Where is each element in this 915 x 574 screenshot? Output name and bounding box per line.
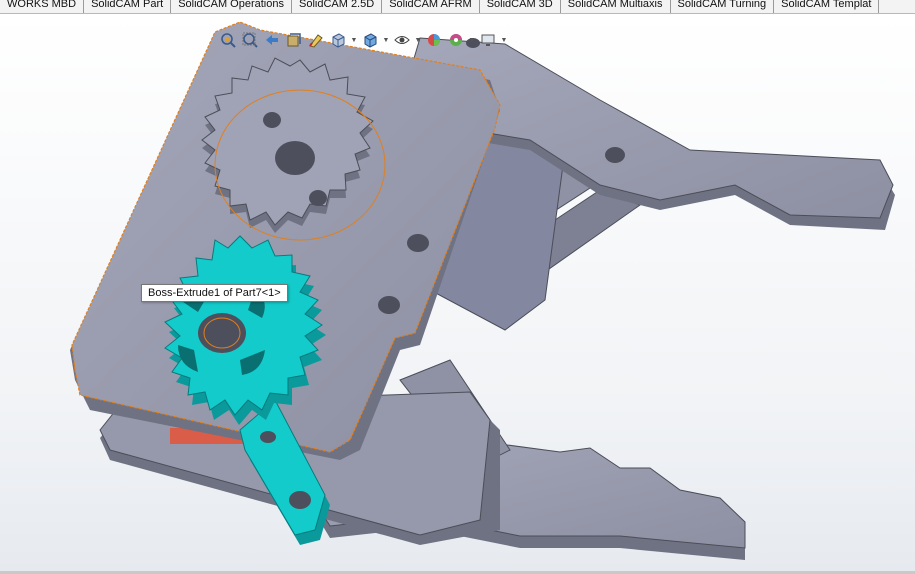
zoom-to-fit-icon[interactable] [218, 30, 238, 50]
tab-solidcam-templates[interactable]: SolidCAM Templat [774, 0, 880, 13]
tab-solidcam-turning[interactable]: SolidCAM Turning [671, 0, 775, 13]
tab-solidcam-operations[interactable]: SolidCAM Operations [171, 0, 292, 13]
view-settings-icon[interactable] [478, 30, 498, 50]
command-manager-tabs: WORKS MBD SolidCAM Part SolidCAM Operati… [0, 0, 915, 14]
view-orientation-icon[interactable] [328, 30, 348, 50]
hide-show-dropdown-icon[interactable]: ▼ [414, 30, 422, 50]
view-orientation-dropdown-icon[interactable]: ▼ [350, 30, 358, 50]
dynamic-annotation-icon[interactable] [306, 30, 326, 50]
zoom-to-area-icon[interactable] [240, 30, 260, 50]
apply-scene-icon[interactable] [446, 30, 466, 50]
heads-up-view-toolbar: ▼ ▼ ▼ ▼ ▼ [218, 30, 508, 50]
apply-scene-dropdown-icon[interactable]: ▼ [468, 30, 476, 50]
previous-view-icon[interactable] [262, 30, 282, 50]
tab-solidcam-multiaxis[interactable]: SolidCAM Multiaxis [561, 0, 671, 13]
tab-solidcam-3d[interactable]: SolidCAM 3D [480, 0, 561, 13]
hide-show-items-icon[interactable] [392, 30, 412, 50]
view-settings-dropdown-icon[interactable]: ▼ [500, 30, 508, 50]
tab-works-mbd[interactable]: WORKS MBD [0, 0, 85, 13]
display-style-icon[interactable] [360, 30, 380, 50]
edit-appearance-icon[interactable] [424, 30, 444, 50]
assembly-model[interactable] [0, 14, 915, 574]
tab-solidcam-afrm[interactable]: SolidCAM AFRM [382, 0, 480, 13]
tab-solidcam-part[interactable]: SolidCAM Part [84, 0, 172, 13]
selection-tooltip: Boss-Extrude1 of Part7<1> [141, 284, 288, 302]
graphics-area[interactable]: ▼ ▼ ▼ ▼ ▼ Boss-Extrude1 of Part7<1> [0, 14, 915, 574]
section-view-icon[interactable] [284, 30, 304, 50]
display-style-dropdown-icon[interactable]: ▼ [382, 30, 390, 50]
tab-solidcam-2-5d[interactable]: SolidCAM 2.5D [292, 0, 383, 13]
